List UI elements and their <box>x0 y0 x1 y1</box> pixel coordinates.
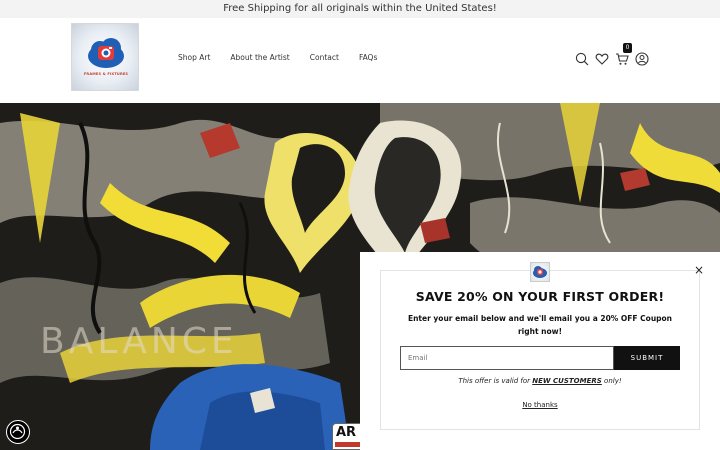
header-icons: 0 <box>575 43 649 66</box>
offer-highlight[interactable]: NEW CUSTOMERS <box>532 377 602 385</box>
main-nav: Shop Art About the Artist Contact FAQs <box>178 53 397 62</box>
popup-logo-icon <box>530 262 550 282</box>
nav-contact[interactable]: Contact <box>310 53 339 62</box>
account-icon[interactable] <box>635 51 649 66</box>
site-logo[interactable]: FRAMES & FIXTURES <box>71 23 139 91</box>
nav-about-artist[interactable]: About the Artist <box>230 53 289 62</box>
offer-text: This offer is valid for NEW CUSTOMERS on… <box>360 377 720 385</box>
logo-text: FRAMES & FIXTURES <box>83 72 129 76</box>
search-icon[interactable] <box>575 51 589 66</box>
offer-suffix: only! <box>601 377 622 385</box>
cart-count-badge: 0 <box>623 43 632 53</box>
email-signup-popup: × SAVE 20% ON YOUR FIRST ORDER! Enter yo… <box>360 252 720 450</box>
ar-badge-text: AR <box>336 425 357 440</box>
ar-badge-stripe <box>335 442 363 447</box>
site-header: FRAMES & FIXTURES Shop Art About the Art… <box>0 18 720 103</box>
no-thanks-link[interactable]: No thanks <box>360 401 720 409</box>
logo-cloud-icon <box>88 38 124 68</box>
announcement-bar: Free Shipping for all originals within t… <box>0 0 720 18</box>
svg-text:BALANCE: BALANCE <box>40 321 238 362</box>
accessibility-badge-icon[interactable] <box>6 420 30 444</box>
offer-prefix: This offer is valid for <box>458 377 533 385</box>
nav-faqs[interactable]: FAQs <box>359 53 377 62</box>
cart-icon[interactable]: 0 <box>615 43 632 65</box>
close-popup-icon[interactable]: × <box>693 264 705 276</box>
email-field[interactable] <box>400 346 614 370</box>
heart-icon[interactable] <box>595 51 609 65</box>
popup-title: SAVE 20% ON YOUR FIRST ORDER! <box>415 289 665 304</box>
submit-button[interactable]: SUBMIT <box>614 346 680 370</box>
popup-description: Enter your email below and we'll email y… <box>407 314 673 336</box>
nav-shop-art[interactable]: Shop Art <box>178 53 210 62</box>
